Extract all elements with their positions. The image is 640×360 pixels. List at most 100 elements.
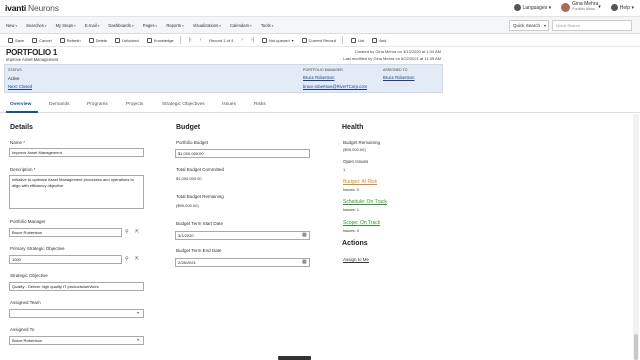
menu-item-dashboards[interactable]: Dashboards xyxy=(108,23,133,28)
modified-info: Last modified by Gina Mehra on 5/22/2021… xyxy=(343,56,441,61)
created-info: Created by Gina Mehra on 3/13/2020 at 1:… xyxy=(354,49,441,54)
portfolio-manager-email[interactable]: bruce.robertson@RiverTCorp.com xyxy=(303,84,367,89)
menu-item-e-mail[interactable]: E-mail xyxy=(85,23,100,28)
save-label: Save xyxy=(15,37,25,43)
open-link-icon[interactable]: ⇱ xyxy=(135,229,142,236)
assign-to-me-link[interactable]: Assign to Me xyxy=(343,257,369,262)
menu-item-pages[interactable]: Pages xyxy=(143,23,158,28)
calendar-icon[interactable]: ▦ xyxy=(302,259,309,266)
primary-strategic-objective-field[interactable]: 1000 xyxy=(9,255,122,264)
tab-demands[interactable]: Demands xyxy=(49,102,70,107)
current-record-button[interactable]: Current Record xyxy=(301,37,336,43)
grid-icon xyxy=(372,37,378,43)
product-name: Neurons xyxy=(28,3,59,13)
assigned-to-label: ASSIGNED TO xyxy=(383,68,408,72)
open-issues-label: Open Issues xyxy=(343,159,369,164)
knowledge-label: Knowledge xyxy=(153,37,174,43)
name-field[interactable]: Improve Asset Management xyxy=(9,148,144,157)
list-icon xyxy=(350,37,356,43)
name-label: Name * xyxy=(10,140,26,145)
tab-issues[interactable]: Issues xyxy=(222,102,236,107)
floating-action-bar[interactable] xyxy=(278,356,311,360)
logo-text: ivanti xyxy=(5,3,27,13)
summary-bar: STATUS Active Next: Closed PORTFOLIO MAN… xyxy=(4,64,443,93)
portfolio-manager-link[interactable]: Bruce Robertson xyxy=(303,75,334,80)
menu-item-searches[interactable]: Searches xyxy=(26,23,46,28)
status-label: STATUS xyxy=(8,68,22,72)
app-logo[interactable]: ivanti Neurons xyxy=(5,3,59,13)
portfolio-manager-field[interactable]: Bruce Robertson xyxy=(9,228,122,237)
assigned-team-select[interactable] xyxy=(9,309,144,318)
refresh-icon xyxy=(59,37,65,43)
quick-search-dropdown[interactable]: Quick Search xyxy=(509,20,549,31)
cancel-icon xyxy=(32,37,38,43)
prev-record-button[interactable]: ‹ xyxy=(200,37,202,43)
pin-icon xyxy=(261,37,267,43)
first-record-button[interactable]: |‹ xyxy=(189,37,192,43)
tab-risks[interactable]: Risks xyxy=(254,102,266,107)
open-link-icon[interactable]: ⇱ xyxy=(135,256,142,263)
budget-health-link[interactable]: Budget: At Risk xyxy=(343,179,377,185)
and-label: And xyxy=(379,37,387,43)
user-menu[interactable]: Gina Mehra Portfolio Mana... ▾ xyxy=(561,2,601,12)
scrollbar[interactable] xyxy=(633,114,639,360)
list-label: List xyxy=(357,37,365,43)
next-record-button[interactable]: › xyxy=(241,37,243,43)
description-label: Description * xyxy=(10,167,36,172)
save-button[interactable]: Save xyxy=(8,37,25,43)
menu-item-visualizations[interactable]: Visualizations xyxy=(193,23,221,28)
schedule-health-link[interactable]: Schedule: On Track xyxy=(343,199,387,205)
scope-health-link[interactable]: Scope: On Track xyxy=(343,220,380,226)
tab-strategic-objectives[interactable]: Strategic Objectives xyxy=(162,102,205,107)
and-button[interactable]: And xyxy=(372,37,387,43)
status-value: Active xyxy=(8,76,20,81)
actions-heading: Actions xyxy=(342,240,368,247)
strategic-objective-field[interactable]: Quality - Deliver high quality IT produc… xyxy=(9,282,144,291)
menu-item-tools[interactable]: Tools xyxy=(261,23,274,28)
next-status-link[interactable]: Next: Closed xyxy=(8,84,32,89)
cancel-button[interactable]: Cancel xyxy=(32,37,52,43)
description-field[interactable]: Initiative to optimize Asset Management … xyxy=(9,175,144,209)
portfolio-manager-label: PORTFOLIO MANAGER xyxy=(303,68,343,72)
last-record-button[interactable]: ›| xyxy=(251,37,254,43)
budget-start-date-field[interactable]: 3/1/2020 xyxy=(175,231,310,240)
calendar-icon[interactable]: ▦ xyxy=(302,232,309,239)
page-subtitle: Improve Asset Management xyxy=(6,57,59,62)
search-icon[interactable]: ⚲ xyxy=(125,229,132,236)
list-button[interactable]: List xyxy=(350,37,365,43)
cancel-label: Cancel xyxy=(39,37,52,43)
total-budget-remaining-label: Total Budget Remaining xyxy=(176,194,224,199)
scrollbar-thumb[interactable] xyxy=(634,334,638,360)
search-icon[interactable]: ⚲ xyxy=(125,256,132,263)
tab-overview[interactable]: Overview xyxy=(10,102,31,107)
help-menu[interactable]: Help ▾ xyxy=(610,3,634,11)
page-title: PORTFOLIO 1 xyxy=(6,48,58,57)
budget-remaining-value: ($99,000.00) xyxy=(343,147,366,152)
delete-button[interactable]: Delete xyxy=(88,37,107,43)
total-budget-remaining-value: ($99,000.00) xyxy=(176,203,199,208)
portfolio-budget-field[interactable]: $1,000,000.00 xyxy=(175,149,310,158)
budget-start-label: Budget Term Start Date xyxy=(176,221,223,226)
tab-programs[interactable]: Programs xyxy=(87,102,108,107)
record-tabs: Overview Demands Programs Projects Strat… xyxy=(0,97,640,113)
search-input[interactable]: Quick Search xyxy=(552,20,632,31)
menu-item-new[interactable]: New xyxy=(6,23,17,28)
assigned-to-link[interactable]: Bruce Robertson xyxy=(383,75,414,80)
book-icon xyxy=(146,37,152,43)
record-label: Record 1 of 4 xyxy=(209,37,234,43)
budget-end-label: Budget Term End Date xyxy=(176,248,222,253)
queue-button[interactable]: Not queued ▾ xyxy=(261,37,294,43)
knowledge-button[interactable]: Knowledge xyxy=(146,37,174,43)
unlocked-button[interactable]: Unlocked xyxy=(115,37,139,43)
top-bar: ivanti Neurons Languages ▾ Gina Mehra Port… xyxy=(0,0,640,16)
scope-issues-count: Issues: 0 xyxy=(343,228,360,233)
tab-projects[interactable]: Projects xyxy=(126,102,143,107)
budget-remaining-label: Budget Remaining xyxy=(343,140,381,145)
menu-item-calendars[interactable]: Calendars xyxy=(230,23,252,28)
menu-item-my-steps[interactable]: My Steps xyxy=(56,23,76,28)
refresh-button[interactable]: Refresh xyxy=(59,37,81,43)
languages-menu[interactable]: Languages ▾ xyxy=(513,3,551,11)
budget-end-date-field[interactable]: 2/28/2021 xyxy=(175,258,310,267)
menu-item-reports[interactable]: Reports xyxy=(166,23,183,28)
assigned-to-select[interactable]: Bruce Robertson xyxy=(9,336,144,345)
